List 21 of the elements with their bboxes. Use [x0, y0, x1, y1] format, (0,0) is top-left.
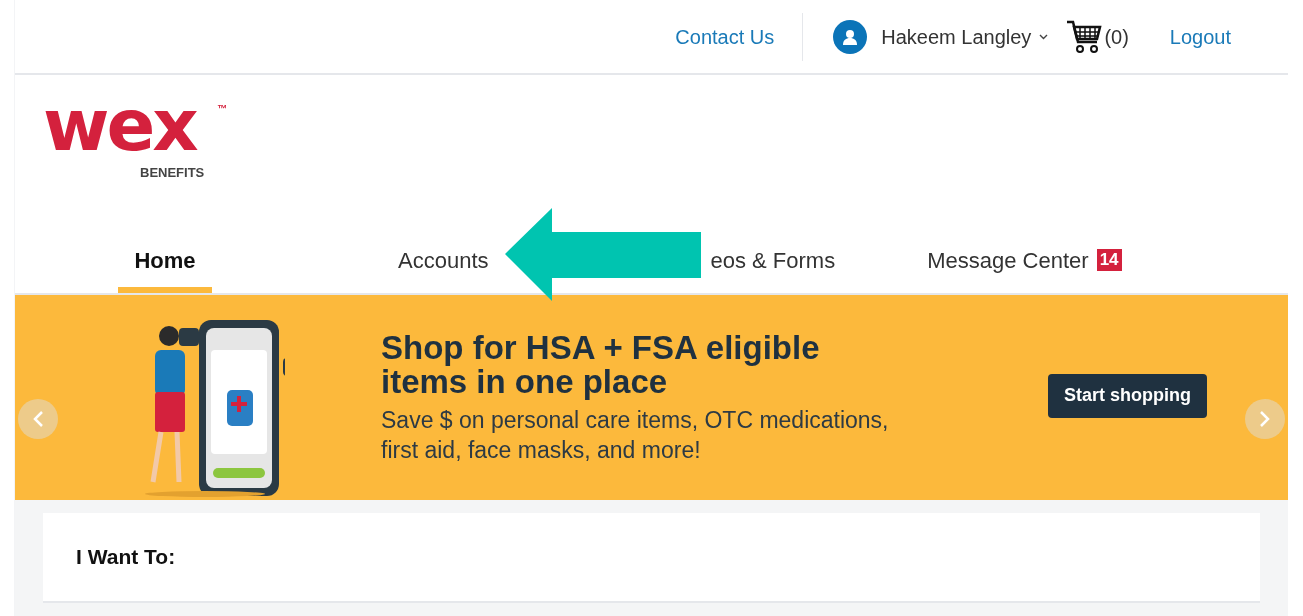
avatar-icon	[833, 19, 868, 54]
start-shopping-button[interactable]: Start shopping	[1048, 373, 1207, 418]
nav-tab[interactable]: Accounts	[392, 233, 495, 293]
logout-link[interactable]: Logout	[1169, 21, 1231, 52]
contact-link[interactable]: Contact Us	[675, 21, 775, 52]
banner-text: Save $ on personal care items, OTC medications, first aid, face masks, and more!	[381, 405, 889, 465]
cart-count: (0)	[1104, 24, 1129, 50]
caret-icon	[1039, 33, 1049, 40]
section-title: I Want To:	[76, 544, 176, 571]
logo[interactable]: wex ™ BENEFITS	[43, 103, 243, 183]
previous-button[interactable]	[18, 399, 58, 439]
next-button[interactable]	[1245, 399, 1285, 439]
cart-icon	[1066, 19, 1103, 54]
banner-headline: Shop for HSA + FSA eligible items in one place	[381, 330, 821, 399]
chevron-right-icon	[1259, 410, 1271, 428]
chevron-left-icon	[32, 410, 44, 428]
user-menu[interactable]: Hakeem Langley	[881, 21, 1049, 52]
nav-tab[interactable]: Message Center 14	[921, 233, 1128, 293]
nav-tab[interactable]: eos & Forms	[704, 233, 842, 293]
cart-button[interactable]: (0)	[1066, 19, 1129, 54]
count-badge: 14	[1096, 249, 1122, 271]
